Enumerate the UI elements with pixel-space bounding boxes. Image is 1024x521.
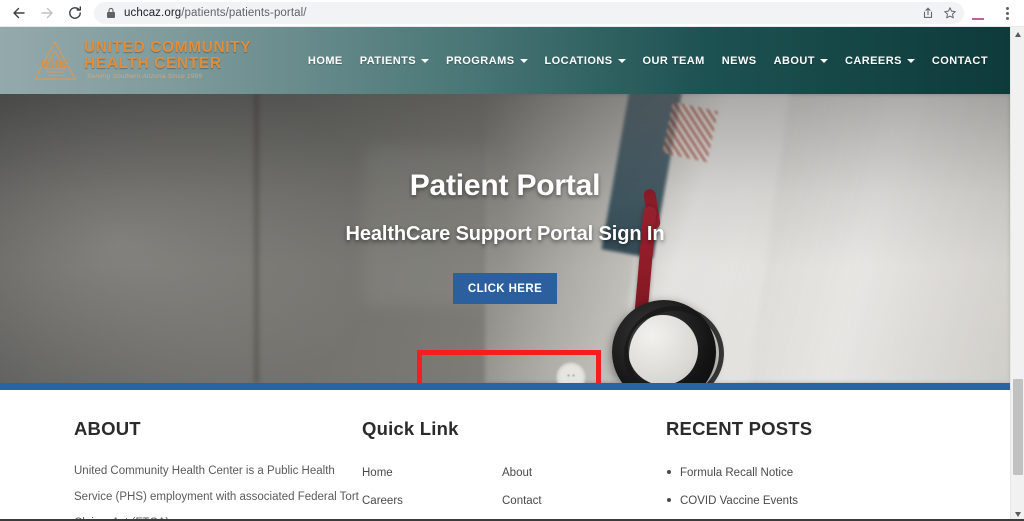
scrollbar-thumb[interactable] [1013,379,1023,475]
hero-content: Patient Portal HealthCare Support Portal… [0,94,1010,383]
omnibox-actions [918,2,960,24]
footer-heading-recent-posts: RECENT POSTS [666,418,813,439]
nav-label: HOME [307,54,343,67]
page-viewport: UCHC UNITED COMMUNITY HEALTH CENTER Serv… [0,27,1010,521]
site-footer: ABOUT United Community Health Center is … [0,390,1010,521]
nav-item-our-team[interactable]: OUR TEAM [643,55,705,67]
browser-window-controls [972,2,1024,24]
nav-label: ABOUT [773,54,815,67]
chevron-down-icon [819,59,828,63]
footer-link-about[interactable]: About [502,459,642,487]
url-domain: uchcaz.org [124,7,182,19]
recent-posts-list: Formula Recall Notice COVID Vaccine Even… [666,459,996,515]
nav-item-careers[interactable]: CAREERS [845,55,915,67]
site-header: UCHC UNITED COMMUNITY HEALTH CENTER Serv… [0,27,1010,94]
chevron-down-icon [519,59,528,63]
chevron-down-icon [617,59,626,63]
footer-column-quick-link: Quick Link Home Careers About Contact [362,418,666,521]
lock-icon [106,7,116,19]
svg-text:UCHC: UCHC [41,59,69,70]
uchc-logo-icon: UCHC [32,39,78,83]
nav-item-programs[interactable]: PROGRAMS [446,54,528,67]
nav-item-home[interactable]: HOME [308,55,343,67]
nav-label: OUR TEAM [642,54,705,67]
click-here-button[interactable]: CLICK HERE [453,273,557,304]
nav-label: NEWS [721,54,757,67]
footer-link-contact[interactable]: Contact [502,487,642,515]
chevron-down-icon [1015,511,1021,517]
nav-label: PATIENTS [359,54,417,67]
footer-column-recent-posts: RECENT POSTS Formula Recall Notice COVID… [666,418,996,521]
share-icon[interactable] [918,3,938,23]
minimize-button[interactable] [972,18,984,20]
nav-label: CONTACT [931,54,988,67]
recent-post-link: COVID Vaccine Events [680,495,799,508]
quick-link-column-1: Home Careers [362,459,502,515]
hero-subtitle: HealthCare Support Portal Sign In [345,223,665,245]
nav-label: LOCATIONS [544,54,613,67]
list-item[interactable]: Formula Recall Notice [666,459,996,487]
section-divider [0,383,1010,390]
logo-tagline: Serving Southern Arizona Since 1969 [87,72,203,80]
footer-link-home[interactable]: Home [362,459,502,487]
footer-heading-about: ABOUT [74,418,141,439]
nav-item-patients[interactable]: PATIENTS [359,54,430,67]
back-arrow-icon [11,5,27,21]
chevron-down-icon [421,59,430,63]
address-bar[interactable]: uchcaz.org/patients/patients-portal/ [94,2,964,24]
nav-item-contact[interactable]: CONTACT [932,55,988,67]
nav-label: PROGRAMS [446,54,515,67]
star-icon[interactable] [940,3,960,23]
list-item[interactable]: COVID Vaccine Events [666,487,996,515]
page-title: Patient Portal [409,169,601,202]
nav-item-news[interactable]: NEWS [722,55,757,67]
reload-button[interactable] [62,0,88,26]
logo-line-1: UNITED COMMUNITY [84,39,252,57]
kebab-menu-icon[interactable] [996,2,1018,24]
forward-arrow-icon [39,5,55,21]
chevron-up-icon [1015,31,1021,37]
footer-link-careers[interactable]: Careers [362,487,502,515]
footer-heading-quick-link: Quick Link [362,418,459,439]
quick-link-column-2: About Contact [502,459,642,515]
url-path: /patients/patients-portal/ [181,7,307,19]
back-button[interactable] [6,0,32,26]
nav-item-about[interactable]: ABOUT [774,55,828,67]
browser-nav-buttons [0,0,88,26]
vertical-scrollbar[interactable] [1010,27,1024,521]
recent-post-link: Formula Recall Notice [680,467,794,479]
site-logo-text: UNITED COMMUNITY HEALTH CENTER Serving S… [84,40,251,80]
footer-column-about: ABOUT United Community Health Center is … [74,418,362,521]
chevron-down-icon [906,59,915,63]
footer-about-paragraph: United Community Health Center is a Publ… [74,465,359,521]
nav-label: CAREERS [844,54,902,67]
hero-section: Patient Portal HealthCare Support Portal… [0,94,1010,383]
scroll-up-button[interactable] [1011,27,1024,41]
nav-item-locations[interactable]: LOCATIONS [545,55,626,67]
browser-chrome: uchcaz.org/patients/patients-portal/ [0,0,1024,27]
site-logo[interactable]: UCHC UNITED COMMUNITY HEALTH CENTER Serv… [32,39,251,83]
forward-button[interactable] [34,0,60,26]
url-text: uchcaz.org/patients/patients-portal/ [124,7,307,19]
main-navigation: HOME PATIENTS PROGRAMS LOCATIONS OUR TEA… [308,55,988,67]
logo-line-2: HEALTH CENTER [84,55,222,73]
reload-icon [67,5,83,21]
